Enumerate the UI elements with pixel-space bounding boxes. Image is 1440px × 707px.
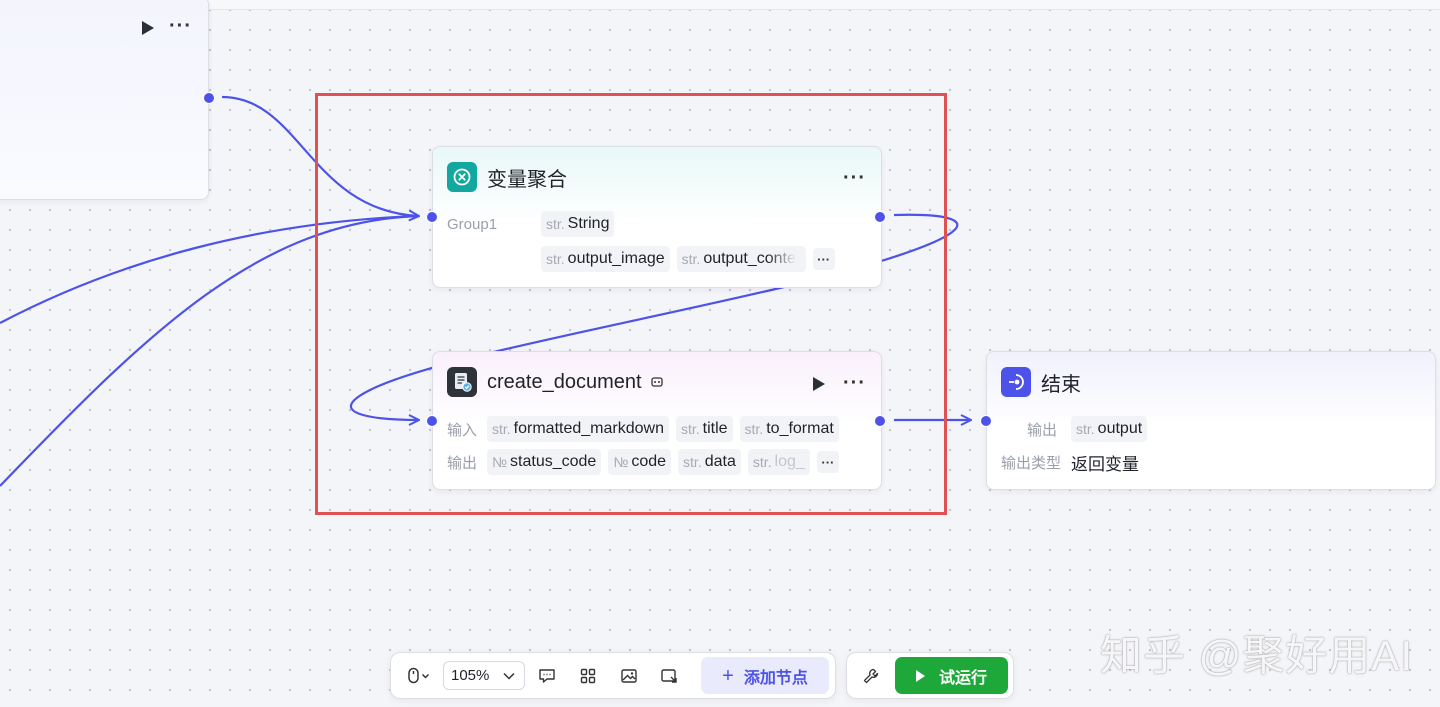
test-run-button[interactable]: 试运行 (895, 657, 1008, 694)
top-bar-edge (0, 0, 1440, 10)
document-plugin-icon (447, 367, 477, 397)
output-type-label: 输出类型 (1001, 454, 1062, 472)
canvas-toolbar: 105% + 添加节点 (390, 652, 836, 699)
input-tag: str. formatted_markdown (487, 416, 669, 442)
play-icon (915, 669, 925, 682)
debug-settings-button[interactable] (857, 663, 885, 689)
layout-button[interactable] (574, 663, 602, 689)
end-node-icon (1001, 367, 1031, 397)
node-title: 结束 (1041, 373, 1081, 396)
watermark: 知乎 @聚好用AI (1100, 632, 1413, 679)
aggregator-output-port[interactable] (874, 211, 886, 223)
fit-view-button[interactable] (655, 663, 683, 689)
more-icon[interactable]: ··· (843, 373, 866, 393)
more-icon[interactable]: ··· (169, 16, 192, 36)
output-tag: № code (608, 449, 672, 475)
output-tag: str. output (1071, 416, 1148, 442)
input-tag: str. title (675, 416, 733, 442)
variable-aggregate-icon (447, 162, 477, 192)
output-label: 输出 (447, 454, 478, 472)
upstream-node[interactable]: ··· (0, 0, 209, 200)
input-label: 输入 (447, 421, 478, 439)
wrench-icon (863, 668, 879, 684)
fit-view-icon (661, 669, 677, 683)
add-node-button[interactable]: + 添加节点 (701, 657, 829, 694)
chevron-down-icon (503, 672, 515, 680)
create-document-input-port[interactable] (426, 415, 438, 427)
node-title: 变量聚合 (487, 168, 567, 191)
pointer-mode-button[interactable] (399, 663, 437, 689)
input-tag: str. to_format (739, 416, 839, 442)
more-outputs-button[interactable]: ··· (816, 451, 839, 473)
comment-button[interactable] (533, 663, 561, 689)
create-document-output-port[interactable] (874, 415, 886, 427)
output-tag: str. data (678, 449, 741, 475)
output-type-value: 返回变量 (1071, 454, 1139, 474)
upstream-output-port[interactable] (203, 92, 215, 104)
variable-tag: str. output_image (541, 246, 670, 272)
plugin-badge-icon (650, 375, 664, 389)
grid-layout-icon (580, 668, 596, 684)
zoom-select[interactable]: 105% (443, 661, 525, 690)
create-document-node[interactable]: create_document ··· 输入 str. formatted_mar… (432, 351, 882, 490)
output-tag: str. log_ (747, 449, 810, 475)
add-node-label: 添加节点 (743, 669, 808, 687)
more-variables-button[interactable]: ··· (812, 248, 835, 270)
node-title: create_document (487, 370, 642, 393)
image-map-icon (621, 669, 637, 683)
variable-tag: str. output_conte (676, 246, 806, 272)
run-node-icon[interactable] (813, 377, 825, 391)
output-tag: № status_code (487, 449, 602, 475)
end-node[interactable]: 结束 输出 str. output 输出类型 返回变量 (986, 351, 1436, 490)
variable-aggregator-node[interactable]: 变量聚合 ··· Group1 str. String str. output_im… (432, 146, 882, 288)
run-node-icon[interactable] (142, 21, 154, 35)
test-run-label: 试运行 (938, 669, 987, 687)
group-label: Group1 (447, 215, 498, 233)
variable-tag: str. String (541, 211, 615, 237)
zoom-value: 105% (451, 667, 490, 684)
comment-icon (539, 669, 555, 683)
output-label: 输出 (1026, 421, 1057, 439)
end-input-port[interactable] (980, 415, 992, 427)
aggregator-input-port[interactable] (426, 211, 438, 223)
run-toolbar: 试运行 (846, 652, 1014, 699)
mouse-icon (408, 667, 430, 684)
plus-icon: + (722, 664, 734, 687)
minimap-button[interactable] (615, 663, 643, 689)
more-icon[interactable]: ··· (843, 168, 866, 188)
